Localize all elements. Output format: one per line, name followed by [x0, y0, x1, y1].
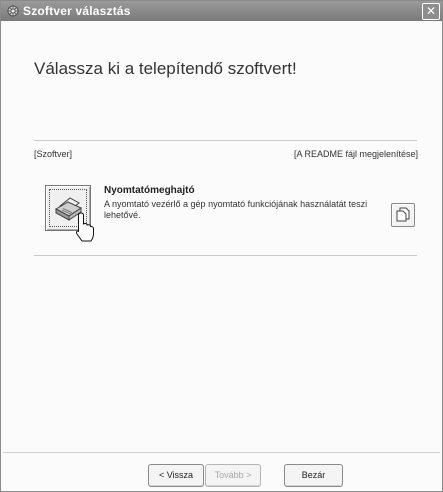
- close-button[interactable]: Bezár: [284, 464, 343, 487]
- mouse-cursor-icon: [75, 212, 94, 242]
- divider: [34, 255, 417, 256]
- title-bar: Szoftver választás ✕: [1, 1, 442, 21]
- app-icon: [7, 5, 19, 17]
- software-item-description: A nyomtató vezérlő a gép nyomtató funkci…: [104, 199, 368, 220]
- footer-divider: [3, 452, 440, 453]
- software-selection-window: Szoftver választás ✕ Válassza ki a telep…: [0, 0, 443, 492]
- view-readme-button[interactable]: [391, 203, 415, 227]
- next-button[interactable]: Tovább >: [205, 464, 261, 487]
- close-window-button[interactable]: ✕: [422, 3, 440, 20]
- readme-column-label: [A README fájl megjelenítése]: [293, 149, 418, 159]
- software-column-label: [Szoftver]: [34, 149, 73, 159]
- window-title: Szoftver választás: [23, 4, 131, 18]
- document-icon: [396, 207, 410, 222]
- back-button[interactable]: < Vissza: [148, 464, 204, 487]
- software-item-title: Nyomtatómeghajtó: [104, 185, 195, 196]
- page-heading: Válassza ki a telepítendő szoftvert!: [34, 59, 297, 78]
- divider: [34, 140, 417, 141]
